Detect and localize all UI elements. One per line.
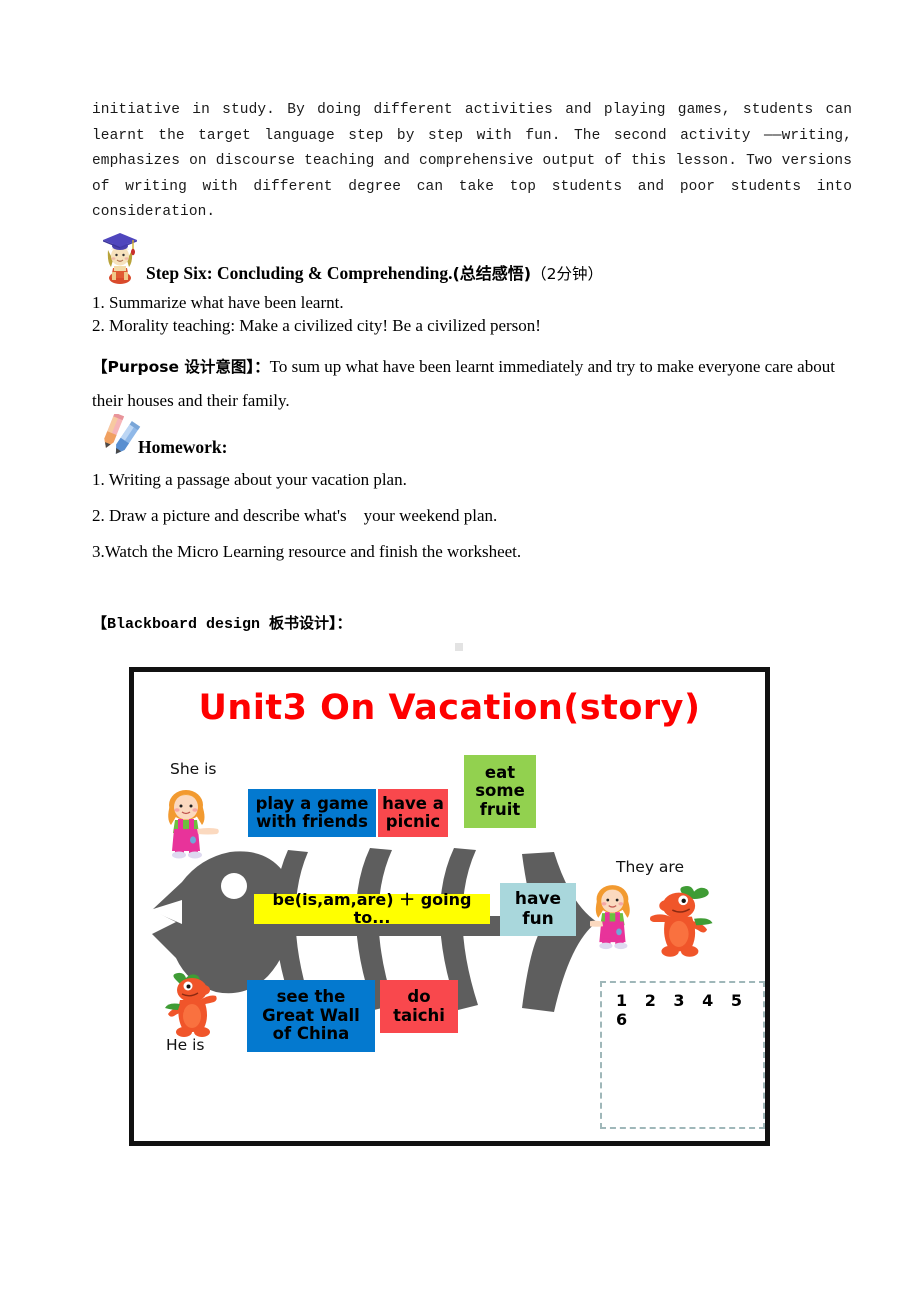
document-page: initiative in study. By doing different … — [0, 0, 920, 1302]
girl-character-icon-2 — [590, 885, 630, 950]
step-six-heading: Step Six: Concluding & Comprehending.(总结… — [146, 260, 603, 284]
homework-item-2: 2. Draw a picture and describe what's yo… — [92, 506, 498, 525]
blackboard-label-end: 】： — [329, 614, 352, 632]
numbers-row: 1 2 3 4 5 6 — [616, 991, 748, 1029]
homework-item-3: 3.Watch the Micro Learning resource and … — [92, 542, 522, 561]
blackboard-design-image: Unit3 On Vacation(story) play a game wit… — [129, 667, 770, 1146]
homework-title: Homework: — [138, 437, 228, 457]
step-six-heading-en: Step Six: Concluding & Comprehending. — [146, 263, 453, 283]
colored-pencils-icon — [104, 414, 141, 454]
homework-item-1: 1. Writing a passage about your vacation… — [92, 470, 407, 489]
card-be-going-to: be(is,am,are) ＋ going to... — [254, 891, 490, 926]
dashed-numbers-box: 1 2 3 4 5 6 — [600, 981, 765, 1129]
card-have-fun: have fun — [500, 883, 576, 936]
image-anchor-marker — [455, 643, 463, 651]
card-do-taichi: do taichi — [380, 980, 458, 1033]
step-six-heading-cn: (总结感悟) — [452, 264, 532, 283]
step-six-item-2: 2. Morality teaching: Make a civilized c… — [92, 316, 541, 335]
step-six-item-1: 1. Summarize what have been learnt. — [92, 293, 344, 312]
dinosaur-character-icon — [165, 972, 217, 1037]
blackboard-label-en: 【Blackboard design — [92, 616, 270, 633]
blackboard-design-label: 【Blackboard design 板书设计】： — [92, 612, 352, 633]
purpose-tag: 【Purpose 设计意图】： — [92, 358, 270, 376]
blackboard-label-cn: 板书设计 — [269, 614, 330, 632]
label-they-are: They are — [616, 858, 684, 876]
purpose-paragraph: 【Purpose 设计意图】：To sum up what have been … — [92, 350, 854, 417]
top-paragraph: initiative in study. By doing different … — [92, 102, 852, 220]
card-eat-some-fruit: eat some fruit — [464, 755, 536, 828]
label-she-is: She is — [170, 760, 217, 778]
card-play-a-game: play a game with friends — [248, 789, 376, 837]
card-see-great-wall: see the Great Wall of China — [247, 980, 375, 1052]
blackboard-title: Unit3 On Vacation(story) — [198, 688, 701, 728]
step-six-heading-time: （2分钟） — [531, 265, 603, 283]
graduate-student-icon — [103, 233, 137, 284]
dinosaur-character-icon-2 — [649, 886, 713, 957]
girl-character-icon — [168, 790, 219, 859]
card-have-a-picnic: have a picnic — [378, 789, 448, 837]
